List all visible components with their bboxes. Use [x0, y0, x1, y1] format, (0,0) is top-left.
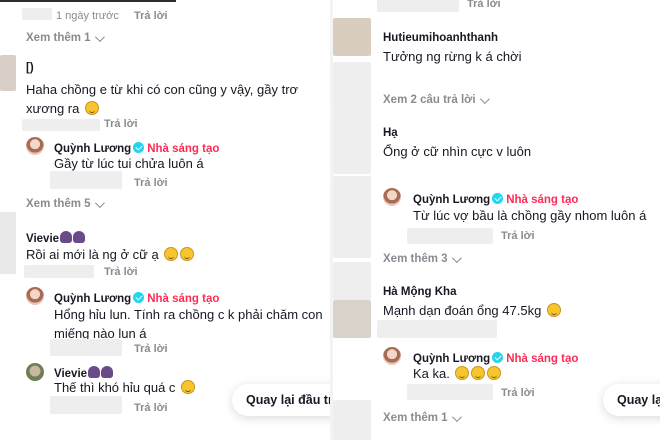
- comment-text-content: Rồi ai mới là ng ở cữ ạ: [26, 247, 159, 262]
- grinning-emoji-icon: [546, 303, 561, 317]
- person-emoji-icon: [60, 231, 73, 243]
- view-more-replies-button[interactable]: Xem thêm 3: [383, 252, 462, 265]
- creator-avatar[interactable]: [26, 137, 44, 155]
- laughing-emoji-icon: [181, 380, 196, 394]
- reply-username[interactable]: Quỳnh Lương: [413, 194, 490, 206]
- laughing-emoji-icon: [471, 366, 486, 380]
- blurred-content: [50, 171, 122, 189]
- blurred-avatar: [333, 400, 371, 440]
- chevron-down-icon: [451, 411, 462, 422]
- blurred-avatar: [333, 112, 371, 174]
- verified-badge-icon: [133, 292, 145, 303]
- comment-text: Ổng ở cữ nhìn cực v luôn: [383, 144, 532, 159]
- view-more-label: Xem thêm 5: [26, 198, 91, 210]
- blurred-content: [22, 8, 52, 20]
- view-replies-button[interactable]: Xem 2 câu trả lời: [383, 93, 490, 106]
- view-more-replies-button[interactable]: Xem thêm 5: [26, 197, 105, 210]
- blurred-content: [377, 320, 497, 338]
- rolling-laughing-emoji-icon: [84, 101, 99, 115]
- comment-username[interactable]: Vievie: [26, 233, 59, 245]
- person-emoji-icon: [101, 366, 114, 378]
- comment-text-line: Haha chồng e từ khi có con cũng y vậy, g…: [26, 82, 299, 97]
- person-emoji-icon: [88, 366, 101, 378]
- blurred-content: [22, 119, 100, 131]
- reply-text: Từ lúc vợ bầu là chồng gầy nhom luôn á: [413, 208, 647, 223]
- comment-username[interactable]: [): [26, 62, 34, 74]
- laughing-emoji-icon: [455, 366, 470, 380]
- top-divider: [0, 0, 176, 2]
- reply-button[interactable]: Trả lời: [501, 230, 535, 242]
- comment-username[interactable]: Hạ: [383, 127, 398, 139]
- blurred-content: [50, 396, 122, 414]
- comment-username[interactable]: Hà Mộng Kha: [383, 286, 456, 298]
- reply-button[interactable]: Trả lời: [134, 10, 168, 22]
- avatar[interactable]: [333, 18, 371, 56]
- blurred-content: [50, 339, 122, 356]
- blurred-content: [407, 228, 493, 244]
- reply-text-line: Hổng hỉu lun. Tính ra chồng c k phải chă…: [54, 307, 323, 322]
- blurred-content: [377, 0, 459, 12]
- reply-button[interactable]: Trả lời: [134, 177, 168, 189]
- view-more-label: Xem thêm 1: [26, 32, 91, 44]
- verified-badge-icon: [133, 142, 145, 153]
- reply-button[interactable]: Trả lời: [104, 118, 138, 130]
- reply-text: Thế thì khó hỉu quá c: [54, 378, 196, 397]
- chevron-down-icon: [94, 31, 105, 42]
- left-comment-panel: 1 ngày trước Trả lời Xem thêm 1 [) Haha …: [0, 0, 330, 440]
- blurred-avatar: [333, 300, 371, 338]
- person-emoji-icon: [73, 231, 86, 243]
- reply-button[interactable]: Trả lời: [134, 343, 168, 355]
- creator-badge: Nhà sáng tạo: [506, 194, 579, 206]
- view-more-label: Xem thêm 1: [383, 412, 448, 424]
- comment-username[interactable]: Hutieumihoanhthanh: [383, 32, 498, 44]
- comment-text: Haha chồng e từ khi có con cũng y vậy, g…: [26, 80, 326, 118]
- blurred-avatar: [333, 262, 371, 300]
- reply-username[interactable]: Quỳnh Lương: [54, 293, 131, 305]
- reply-text: Ka ka.: [413, 364, 502, 383]
- creator-badge: Nhà sáng tạo: [506, 353, 579, 365]
- avatar[interactable]: [26, 363, 44, 381]
- timestamp: 1 ngày trước: [56, 10, 119, 22]
- comment-text: Tưởng ng rừng k á chời: [383, 49, 522, 64]
- blurred-avatar: [333, 176, 371, 258]
- creator-avatar[interactable]: [383, 347, 401, 365]
- reply-text-content: Ka ka.: [413, 366, 450, 381]
- reply-button[interactable]: Trả lời: [134, 402, 168, 414]
- view-more-replies-button[interactable]: Xem thêm 1: [26, 31, 105, 44]
- creator-avatar[interactable]: [383, 188, 401, 206]
- blurred-content: [24, 265, 94, 278]
- comment-text-content: Mạnh dạn đoán ổng 47.5kg: [383, 303, 542, 318]
- right-comment-panel: Trả lời Hutieumihoanhthanh Tưởng ng rừng…: [333, 0, 660, 440]
- creator-avatar[interactable]: [26, 287, 44, 305]
- view-replies-label: Xem 2 câu trả lời: [383, 94, 476, 106]
- laughing-emoji-icon: [487, 366, 502, 380]
- chevron-down-icon: [94, 197, 105, 208]
- laughing-emoji-icon: [180, 247, 195, 261]
- comment-text-line: xương ra: [26, 101, 80, 116]
- chevron-down-icon: [479, 93, 490, 104]
- verified-badge-icon: [492, 352, 504, 363]
- chevron-down-icon: [451, 252, 462, 263]
- view-more-label: Xem thêm 3: [383, 253, 448, 265]
- comment-text: Rồi ai mới là ng ở cữ ạ: [26, 245, 195, 264]
- laughing-emoji-icon: [164, 247, 179, 261]
- avatar[interactable]: [0, 55, 16, 91]
- reply-button[interactable]: Trả lời: [104, 266, 138, 278]
- reply-text-content: Thế thì khó hỉu quá c: [54, 380, 176, 395]
- comment-text: Mạnh dạn đoán ổng 47.5kg: [383, 301, 561, 320]
- creator-badge: Nhà sáng tạo: [147, 293, 220, 305]
- back-to-top-button[interactable]: Quay lại: [603, 384, 660, 416]
- reply-button[interactable]: Trả lời: [501, 387, 535, 399]
- reply-text: Hổng hỉu lun. Tính ra chồng c k phải chă…: [54, 305, 330, 343]
- reply-button[interactable]: Trả lời: [467, 0, 501, 10]
- blurred-avatar: [333, 62, 371, 112]
- back-to-top-button[interactable]: Quay lại đầu tr: [232, 384, 330, 416]
- blurred-content: [407, 384, 493, 400]
- avatar[interactable]: [0, 212, 16, 274]
- view-more-replies-button[interactable]: Xem thêm 1: [383, 411, 462, 424]
- verified-badge-icon: [492, 193, 504, 204]
